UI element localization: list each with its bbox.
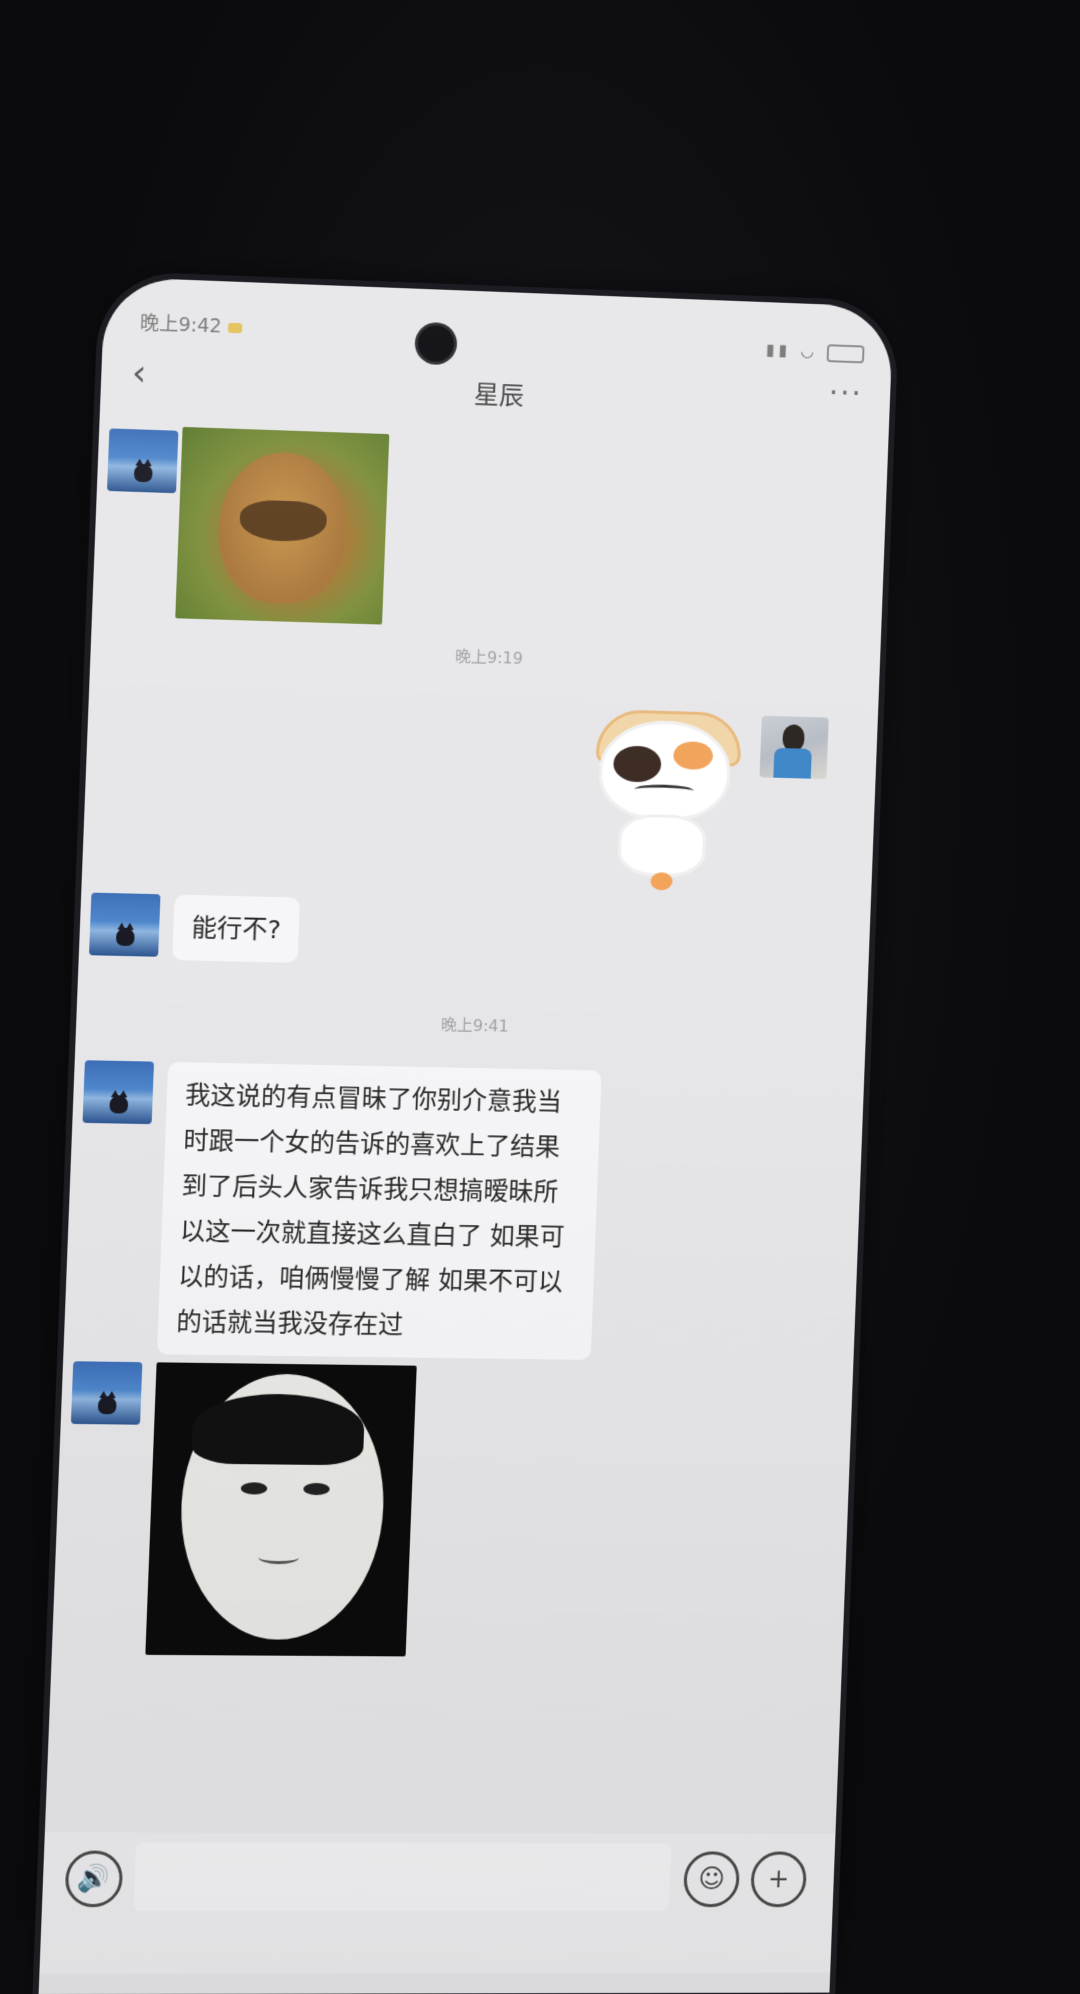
- more-actions-button[interactable]: +: [750, 1851, 807, 1907]
- message-bubble[interactable]: 能行不?: [172, 895, 300, 963]
- avatar-scarf: [773, 748, 812, 779]
- voice-input-button[interactable]: 🔊: [64, 1851, 123, 1908]
- face-mouth: [258, 1551, 299, 1564]
- cat-sticker[interactable]: [587, 703, 743, 896]
- signal-icon: ▮▮: [766, 340, 792, 360]
- avatar-person-head: [782, 724, 805, 750]
- bear-sticker[interactable]: [175, 427, 389, 625]
- input-bar: 🔊 ☺ +: [39, 1832, 835, 1974]
- background: 晚上9:42 ▮▮ ◡ ‹ 星辰 ··· 晚上9:19 能行不? 晚上9:41 …: [0, 0, 1080, 1920]
- emoji-button[interactable]: ☺: [683, 1851, 740, 1907]
- status-time: 晚上9:42: [139, 308, 242, 339]
- face-hair: [191, 1393, 365, 1465]
- self-avatar[interactable]: [760, 716, 829, 779]
- contact-avatar[interactable]: [89, 893, 161, 957]
- battery-icon: [827, 344, 865, 363]
- contact-avatar[interactable]: [83, 1060, 155, 1124]
- status-time-text: 晚上9:42: [139, 312, 222, 337]
- status-icons: ▮▮ ◡: [766, 340, 865, 363]
- message-input[interactable]: [133, 1843, 671, 1912]
- cat-silhouette-icon: [134, 464, 153, 483]
- cat-tail: [650, 872, 672, 890]
- face-sticker[interactable]: [145, 1362, 416, 1656]
- wifi-icon: ◡: [800, 341, 818, 361]
- contact-avatar[interactable]: [107, 428, 178, 493]
- cat-silhouette-icon: [109, 1095, 128, 1114]
- timestamp: 晚上9:41: [76, 1003, 866, 1044]
- timestamp: 晚上9:19: [90, 632, 880, 680]
- cat-silhouette-icon: [116, 928, 135, 947]
- contact-avatar[interactable]: [71, 1361, 143, 1424]
- more-options-button[interactable]: ···: [828, 376, 863, 412]
- front-camera: [417, 325, 454, 362]
- message-bubble-long[interactable]: 我这说的有点冒昧了你别介意我当时跟一个女的告诉的喜欢上了结果到了后头人家告诉我只…: [157, 1062, 602, 1360]
- phone-screen: 晚上9:42 ▮▮ ◡ ‹ 星辰 ··· 晚上9:19 能行不? 晚上9:41 …: [39, 277, 894, 1994]
- notification-icon: [228, 322, 243, 333]
- cat-silhouette-icon: [98, 1396, 117, 1414]
- chat-title: 星辰: [100, 361, 890, 425]
- cat-body: [617, 813, 707, 877]
